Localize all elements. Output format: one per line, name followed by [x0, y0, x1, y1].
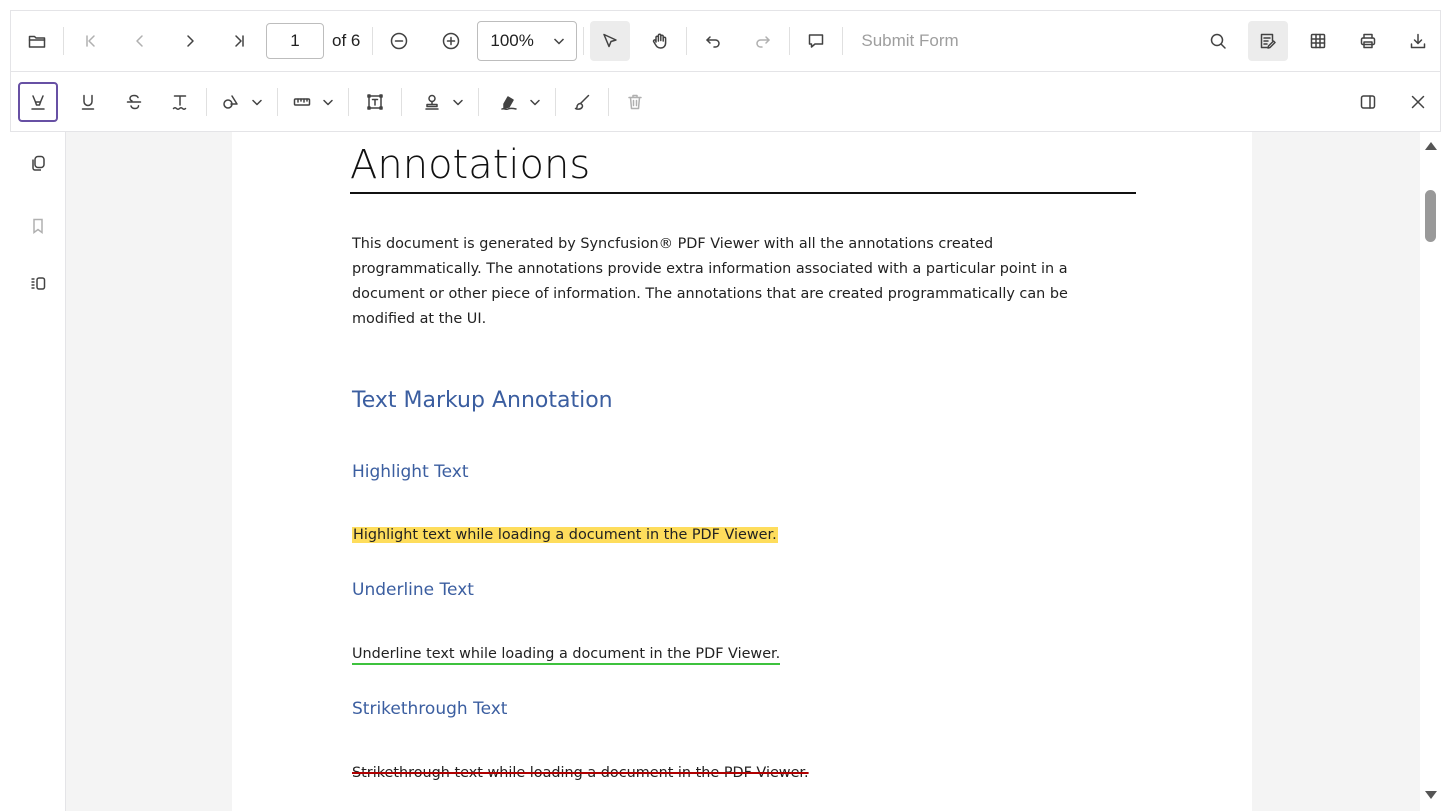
page-thumbnails-icon[interactable] — [18, 143, 58, 183]
title-underline-rule — [350, 192, 1136, 194]
strikethrough-annotation[interactable]: Strikethrough text while loading a docum… — [352, 765, 809, 781]
print-icon[interactable] — [1348, 21, 1388, 61]
stamp-tool-dropdown[interactable] — [414, 82, 472, 122]
zoom-out-icon[interactable] — [379, 21, 419, 61]
measure-tool-dropdown[interactable] — [284, 82, 342, 122]
bookmark-icon[interactable] — [18, 206, 58, 246]
separator — [608, 87, 609, 116]
underline-heading: Underline Text — [352, 580, 474, 600]
chevron-down-icon — [323, 99, 333, 105]
highlight-annotation[interactable]: Highlight text while loading a document … — [352, 527, 778, 543]
squiggly-tool-icon[interactable] — [160, 82, 200, 122]
section-heading: Text Markup Annotation — [352, 388, 613, 413]
document-viewer[interactable]: Annotations This document is generated b… — [66, 132, 1420, 811]
previous-page-icon[interactable] — [120, 21, 160, 61]
document-title: Annotations — [350, 142, 591, 188]
edit-annotation-icon[interactable] — [1248, 21, 1288, 61]
scroll-up-arrow-icon[interactable] — [1425, 142, 1437, 150]
stamp-icon — [425, 94, 439, 110]
separator — [583, 27, 585, 55]
ruler-icon — [293, 97, 311, 106]
chevron-down-icon — [554, 38, 565, 45]
comment-icon[interactable] — [796, 21, 836, 61]
selection-tool-icon[interactable] — [590, 21, 631, 61]
comment-panel-icon[interactable] — [1348, 82, 1388, 122]
free-text-icon[interactable] — [355, 82, 395, 122]
search-icon[interactable] — [1198, 21, 1238, 61]
form-designer-icon[interactable] — [1298, 21, 1338, 61]
separator — [277, 87, 278, 116]
redo-icon[interactable] — [743, 21, 783, 61]
zoom-value: 100% — [490, 31, 534, 50]
first-page-icon[interactable] — [70, 21, 110, 61]
signature-tool-dropdown[interactable] — [491, 82, 549, 122]
page-number-input[interactable]: 1 — [266, 23, 324, 59]
download-icon[interactable] — [1398, 21, 1438, 61]
separator — [63, 27, 64, 55]
separator — [401, 87, 402, 116]
strikethrough-heading: Strikethrough Text — [352, 699, 508, 719]
submit-form-button[interactable]: Submit Form — [849, 31, 970, 51]
signature-pen-icon — [501, 95, 517, 110]
scrollbar-thumb[interactable] — [1425, 190, 1436, 242]
underline-tool-icon[interactable] — [68, 82, 108, 122]
separator — [372, 27, 374, 55]
zoom-dropdown[interactable]: 100% — [477, 21, 578, 61]
shapes-icon — [223, 94, 238, 109]
next-page-icon[interactable] — [170, 21, 210, 61]
highlight-tool-icon[interactable] — [18, 81, 58, 122]
zoom-in-icon[interactable] — [431, 21, 471, 61]
separator — [555, 87, 556, 116]
vertical-scrollbar[interactable] — [1420, 132, 1441, 811]
organize-pages-icon[interactable] — [18, 264, 58, 304]
ink-brush-icon[interactable] — [562, 82, 602, 122]
separator — [478, 87, 479, 116]
strikethrough-tool-icon[interactable] — [114, 82, 154, 122]
separator — [686, 27, 688, 55]
chevron-down-icon — [530, 99, 540, 105]
annotation-toolbar — [10, 71, 1441, 132]
separator — [348, 87, 349, 116]
intro-paragraph: This document is generated by Syncfusion… — [352, 236, 1068, 327]
chevron-down-icon — [252, 99, 262, 105]
chevron-down-icon — [453, 99, 463, 105]
separator — [206, 87, 207, 116]
separator — [842, 27, 844, 55]
last-page-icon[interactable] — [220, 21, 260, 61]
navigation-pane — [10, 132, 66, 811]
undo-icon[interactable] — [693, 21, 733, 61]
page-count-label: of 6 — [332, 31, 361, 50]
scroll-down-arrow-icon[interactable] — [1425, 791, 1437, 799]
pan-tool-icon[interactable] — [640, 21, 680, 61]
close-icon[interactable] — [1398, 82, 1438, 122]
open-file-icon[interactable] — [17, 21, 57, 61]
separator — [789, 27, 791, 55]
delete-icon[interactable] — [615, 82, 655, 122]
highlight-heading: Highlight Text — [352, 462, 469, 482]
shape-tool-dropdown[interactable] — [213, 82, 271, 122]
underline-annotation[interactable]: Underline text while loading a document … — [352, 646, 781, 665]
pdf-page[interactable]: Annotations This document is generated b… — [232, 132, 1252, 811]
main-toolbar: 1 of 6 100% Submit Form — [10, 10, 1441, 71]
